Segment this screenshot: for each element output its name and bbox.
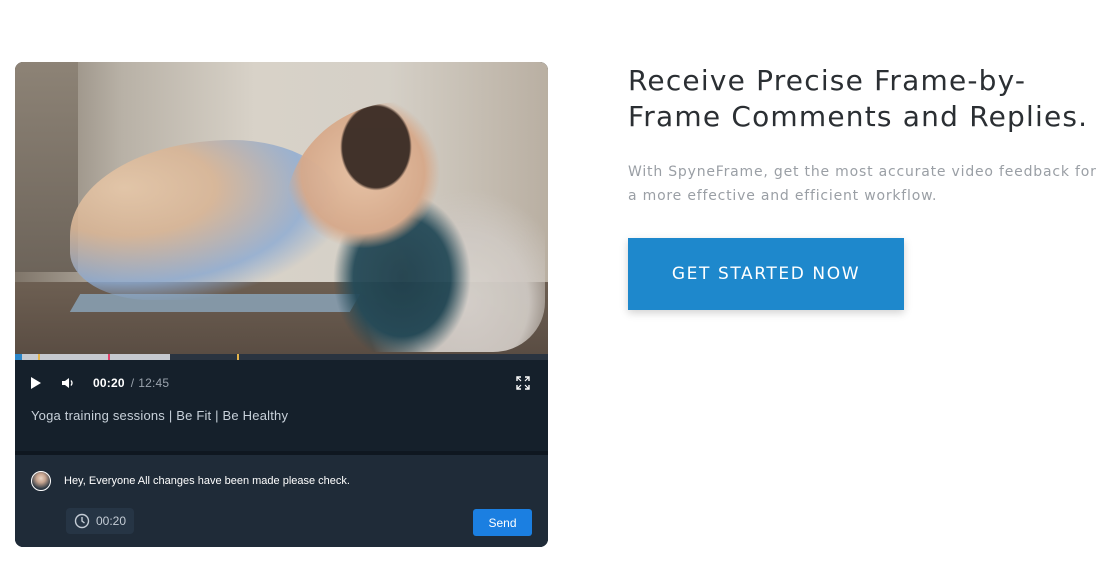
comment-panel: Hey, Everyone All changes have been made… xyxy=(15,455,548,547)
page: 00:20 / 12:45 Yoga training sessions | B… xyxy=(0,0,1110,565)
total-time: 12:45 xyxy=(138,376,170,390)
play-icon xyxy=(31,377,41,389)
video-title: Yoga training sessions | Be Fit | Be Hea… xyxy=(31,408,289,423)
clock-icon xyxy=(74,513,90,529)
time-display: 00:20 / 12:45 xyxy=(93,376,169,390)
comment-text: Hey, Everyone All changes have been made… xyxy=(64,475,350,487)
video-figure-front xyxy=(285,102,545,352)
video-frame[interactable] xyxy=(15,62,548,354)
avatar-icon xyxy=(31,471,51,491)
comment-timestamp-button[interactable]: 00:20 xyxy=(66,508,135,534)
time-separator: / xyxy=(130,376,135,390)
current-time: 00:20 xyxy=(93,376,125,390)
send-button[interactable]: Send xyxy=(473,509,532,536)
hero-subtext: With SpyneFrame, get the most accurate v… xyxy=(628,164,1097,204)
comment-timestamp: 00:20 xyxy=(96,514,127,528)
video-player-card: 00:20 / 12:45 Yoga training sessions | B… xyxy=(15,62,548,547)
volume-button[interactable] xyxy=(57,372,79,394)
player-controls: 00:20 / 12:45 xyxy=(15,360,548,406)
hero-headline: Receive Precise Frame-by-Frame Comments … xyxy=(628,64,1089,133)
volume-icon xyxy=(62,378,73,388)
fullscreen-icon xyxy=(516,376,530,390)
video-wall-shape xyxy=(15,62,78,272)
fullscreen-button[interactable] xyxy=(512,372,534,394)
comment-row: Hey, Everyone All changes have been made… xyxy=(31,471,350,491)
play-button[interactable] xyxy=(25,372,47,394)
get-started-button[interactable]: GET STARTED NOW xyxy=(628,238,904,310)
